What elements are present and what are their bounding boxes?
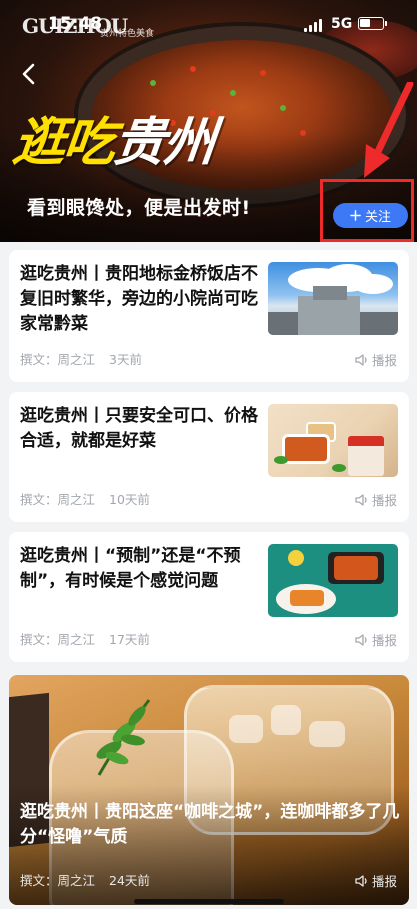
featured-author: 撰文：周之江 [20,873,96,888]
speaker-icon [355,874,367,887]
article-card[interactable]: 逛吃贵州丨只要安全可口、价格合适，就都是好菜 撰文：周之江 10天前 播报 [9,392,409,522]
broadcast-label: 播报 [371,874,397,889]
status-bar: GUIZHOU 15:48 贵州特色美食 5G [0,0,417,44]
broadcast-button[interactable]: 播报 [354,350,397,369]
speaker-icon [355,633,367,646]
broadcast-label: 播报 [371,493,397,508]
featured-meta: 撰文：周之江 24天前 [20,870,150,889]
article-time: 10天前 [109,492,150,507]
brand-subtitle: 贵州特色美食 [100,29,155,39]
speaker-icon [355,353,367,366]
article-author: 撰文：周之江 [20,632,96,647]
article-thumbnail [268,404,398,477]
hero-title: 逛吃贵州 [10,100,218,175]
broadcast-label: 播报 [371,633,397,648]
article-time: 3天前 [109,352,142,367]
article-author: 撰文：周之江 [20,352,96,367]
article-thumbnail [268,544,398,617]
follow-label: 关注 [364,210,391,225]
article-card[interactable]: 逛吃贵州丨“预制”还是“不预制”，有时候是个感觉问题 撰文：周之江 17天前 播… [9,532,409,662]
featured-title: 逛吃贵州丨贵阳这座“咖啡之城”，连咖啡都多了几分“怪噜”气质 [20,802,400,847]
article-title: 逛吃贵州丨只要安全可口、价格合适，就都是好菜 [20,406,258,451]
back-icon[interactable] [16,60,44,88]
herb-garnish-image [96,699,151,776]
signal-icon [304,19,322,32]
article-author: 撰文：周之江 [20,492,96,507]
hero-title-rest: 贵州 [110,113,217,173]
network-label: 5G [331,16,353,32]
featured-article-card[interactable]: 逛吃贵州丨贵阳这座“咖啡之城”，连咖啡都多了几分“怪噜”气质 撰文：周之江 24… [9,675,409,905]
annotation-arrow-icon [364,82,414,178]
article-meta: 撰文：周之江 3天前 [20,349,142,368]
article-meta: 撰文：周之江 17天前 [20,629,150,648]
hero-subtitle: 看到眼馋处，便是出发时! [27,197,251,219]
battery-icon [358,17,387,30]
plus-icon [350,210,361,221]
speaker-icon [355,493,367,506]
hero-title-highlight: 逛吃 [10,113,117,173]
status-time: 15:48 [48,14,103,34]
article-meta: 撰文：周之江 10天前 [20,489,150,508]
broadcast-button[interactable]: 播报 [354,490,397,509]
article-title: 逛吃贵州丨贵阳地标金桥饭店不复旧时繁华，旁边的小院尚可吃家常黔菜 [20,264,258,334]
article-thumbnail [268,262,398,335]
article-title: 逛吃贵州丨“预制”还是“不预制”，有时候是个感觉问题 [20,546,241,591]
broadcast-button[interactable]: 播报 [354,871,397,890]
broadcast-button[interactable]: 播报 [354,630,397,649]
featured-time: 24天前 [109,873,150,888]
article-time: 17天前 [109,632,150,647]
follow-button[interactable]: 关注 [333,203,408,228]
broadcast-label: 播报 [371,353,397,368]
home-indicator [134,899,284,904]
article-card[interactable]: 逛吃贵州丨贵阳地标金桥饭店不复旧时繁华，旁边的小院尚可吃家常黔菜 撰文：周之江 … [9,250,409,382]
